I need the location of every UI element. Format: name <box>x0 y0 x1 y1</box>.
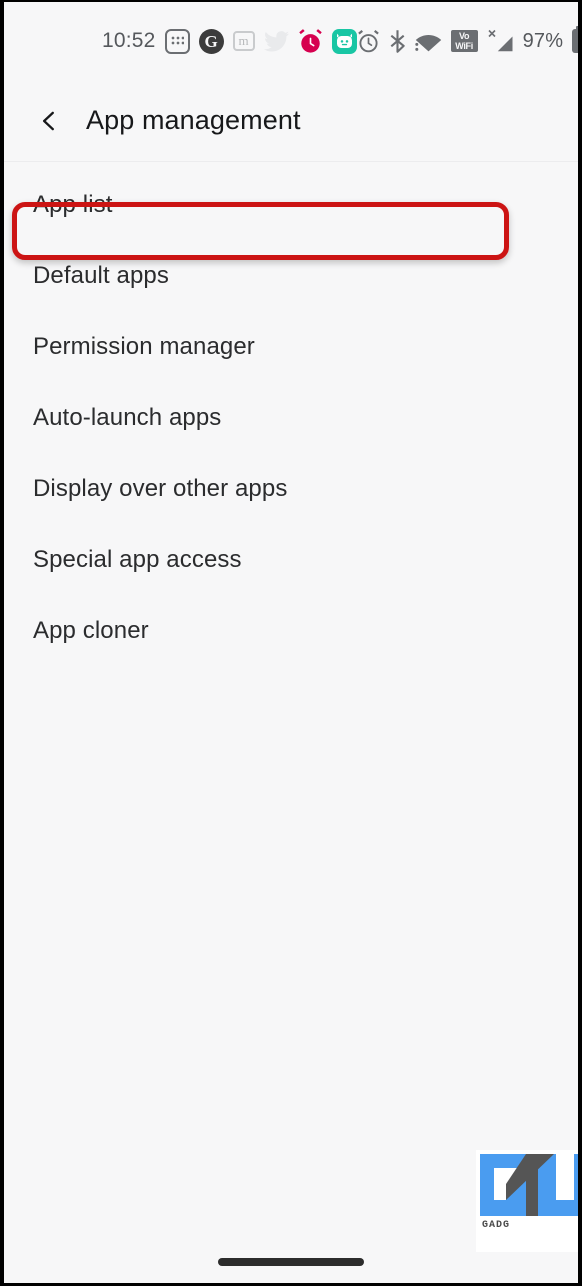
settings-row-special-app-access[interactable]: Special app access <box>4 524 578 595</box>
battery-percentage-label: 97% <box>522 29 564 52</box>
settings-row-label: Auto-launch apps <box>33 403 222 431</box>
status-bar-left-group: 10:52 G m <box>102 28 357 54</box>
settings-row-label: App cloner <box>33 616 149 644</box>
settings-row-label: Default apps <box>33 261 169 289</box>
app-bar: App management <box>4 80 578 162</box>
bluetooth-icon <box>389 29 406 53</box>
settings-row-label: Permission manager <box>33 332 255 360</box>
settings-row-display-over-other-apps[interactable]: Display over other apps <box>4 453 578 524</box>
settings-row-label: Special app access <box>33 545 242 573</box>
gadgetstouse-logo-icon <box>480 1154 578 1216</box>
back-button[interactable] <box>22 94 76 148</box>
page-title: App management <box>86 105 301 135</box>
status-bar-right-group: Vo WiFi 97% <box>357 26 578 53</box>
watermark-caption: GADG <box>482 1220 511 1231</box>
vowifi-line-1: Vo <box>458 31 470 41</box>
home-indicator[interactable] <box>218 1258 364 1266</box>
vowifi-line-2: WiFi <box>455 41 473 51</box>
phone-screen: 10:52 G m Vo WiFi 97% App management App… <box>0 0 582 1286</box>
settings-row-permission-manager[interactable]: Permission manager <box>4 311 578 382</box>
status-bar-clock: 10:52 <box>102 29 156 52</box>
settings-row-label: Display over other apps <box>33 474 288 502</box>
alarm-set-icon <box>357 29 380 53</box>
settings-list: App list Default apps Permission manager… <box>4 162 578 666</box>
settings-row-label: App list <box>33 191 113 218</box>
settings-row-app-list[interactable]: App list <box>4 170 578 240</box>
wifi-icon <box>414 31 442 52</box>
no-sim-signal-icon <box>487 29 514 53</box>
watermark-logo: GADG <box>476 1150 578 1252</box>
settings-row-default-apps[interactable]: Default apps <box>4 240 578 311</box>
mi-home-icon <box>331 28 357 54</box>
groww-icon: G <box>198 28 224 54</box>
settings-row-auto-launch-apps[interactable]: Auto-launch apps <box>4 382 578 453</box>
vowifi-icon: Vo WiFi <box>450 30 478 52</box>
chevron-left-icon <box>42 111 54 130</box>
battery-icon <box>572 26 578 53</box>
medium-icon: m <box>232 31 255 51</box>
alarm-notification-icon <box>298 28 323 54</box>
twitter-icon <box>263 30 289 52</box>
settings-row-app-cloner[interactable]: App cloner <box>4 595 578 666</box>
calculator-icon <box>164 28 190 54</box>
status-bar: 10:52 G m Vo WiFi 97% <box>4 2 578 80</box>
